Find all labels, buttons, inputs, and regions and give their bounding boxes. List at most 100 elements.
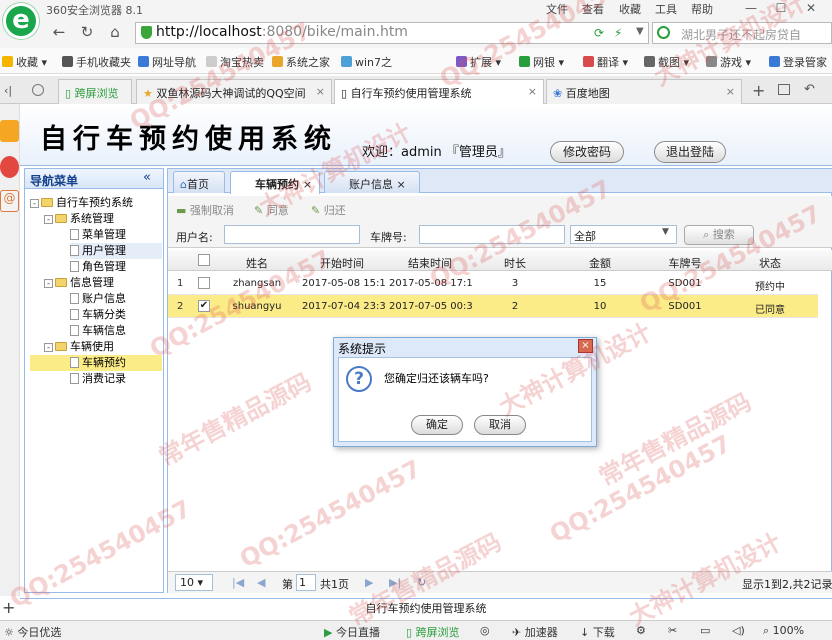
row-checkbox[interactable]: ✔	[198, 300, 210, 312]
page-number-input[interactable]: 1	[296, 574, 316, 591]
zoom-level[interactable]: ⌕ 100%	[763, 624, 804, 638]
search-button[interactable]: ⌕ 搜索	[684, 225, 754, 245]
back-icon[interactable]: ←	[50, 22, 68, 42]
browser-tab-app[interactable]: ▯ 自行车预约使用管理系统 ×	[334, 79, 544, 104]
tab-scroll-icon[interactable]: ‹|	[4, 84, 12, 97]
tree-item-reservation[interactable]: 车辆预约	[30, 355, 162, 371]
browser-tab-baidu[interactable]: ❀ 百度地图 ×	[546, 79, 742, 104]
collapse-node-icon[interactable]: -	[44, 215, 53, 224]
home-icon[interactable]: ⌂	[106, 22, 124, 42]
force-cancel-button[interactable]: ▬ 强制取消	[176, 202, 234, 218]
tree-group-system[interactable]: - 系统管理	[44, 211, 162, 227]
bookmark-nav[interactable]: 网址导航	[138, 54, 196, 70]
last-page-icon[interactable]: ▶|	[389, 576, 401, 589]
select-all-checkbox[interactable]	[198, 254, 210, 266]
tree-item-menu[interactable]: 菜单管理	[70, 227, 162, 243]
col-start[interactable]: 开始时间	[300, 255, 384, 271]
tab-accounts[interactable]: 账户信息 ×	[324, 171, 420, 193]
speed-mode-icon[interactable]: ⚡	[614, 26, 622, 40]
menu-view[interactable]: 查看	[582, 1, 604, 17]
bookmark-taobao[interactable]: 淘宝热卖	[206, 54, 264, 70]
bookmark-screenshot[interactable]: 截图 ▾	[644, 54, 689, 70]
bookmark-win7[interactable]: win7之	[341, 54, 392, 70]
undo-close-icon[interactable]: ↶	[804, 82, 815, 97]
first-page-icon[interactable]: |◀	[232, 576, 244, 589]
sidebar-app-icon[interactable]	[0, 120, 19, 142]
address-url[interactable]: http://localhost:8080/bike/main.htm	[156, 24, 408, 40]
row-checkbox[interactable]	[198, 277, 210, 289]
close-window-icon[interactable]: ✕	[800, 0, 822, 16]
tree-item-users[interactable]: 用户管理	[70, 243, 162, 259]
col-plate[interactable]: 车牌号	[650, 255, 720, 271]
confirm-button[interactable]: 确定	[411, 415, 463, 435]
today-live[interactable]: ▶ 今日直播	[324, 624, 380, 640]
tree-group-usage[interactable]: - 车辆使用	[44, 339, 162, 355]
bookmark-favorites[interactable]: 收藏 ▾	[2, 54, 47, 70]
col-end[interactable]: 结束时间	[388, 255, 472, 271]
tree-group-info[interactable]: - 信息管理	[44, 275, 162, 291]
collapse-node-icon[interactable]: -	[30, 199, 39, 208]
accelerator[interactable]: ✈ 加速器	[512, 624, 558, 640]
tree-item-accounts[interactable]: 账户信息	[70, 291, 162, 307]
close-tab-icon[interactable]: ×	[397, 178, 406, 191]
search-query[interactable]: 湖北男子还不起房贷自	[681, 26, 801, 43]
next-page-icon[interactable]: ▶	[365, 576, 373, 589]
menu-help[interactable]: 帮助	[691, 1, 713, 17]
email-icon[interactable]: @	[0, 190, 19, 212]
collapse-node-icon[interactable]: -	[44, 343, 53, 352]
close-icon[interactable]: ×	[578, 339, 593, 353]
change-password-button[interactable]: 修改密码	[550, 141, 624, 163]
bookmark-translate[interactable]: 翻译 ▾	[583, 54, 628, 70]
screenshot-icon[interactable]: ✂	[668, 624, 677, 637]
cross-screen[interactable]: ▯ 跨屏浏览	[406, 624, 460, 640]
refresh-icon[interactable]: ↻	[78, 22, 96, 42]
restore-tab-icon[interactable]	[778, 84, 790, 95]
col-amount[interactable]: 金额	[565, 255, 635, 271]
close-tab-icon[interactable]: ×	[303, 178, 312, 191]
compat-mode-icon[interactable]: ⟳	[594, 26, 604, 40]
browser-tab-crossscreen[interactable]: ▯ 跨屏浏览	[58, 79, 132, 104]
bookmark-login[interactable]: 登录管家	[769, 54, 827, 70]
chevron-down-icon[interactable]: ▼	[662, 227, 669, 237]
status-select[interactable]: 全部	[570, 225, 677, 244]
collapse-icon[interactable]: «	[143, 170, 151, 185]
today-picks[interactable]: ☼ 今日优选	[4, 624, 61, 640]
bookmark-mobile[interactable]: 手机收藏夹	[62, 54, 131, 70]
tree-item-consumption[interactable]: 消费记录	[70, 371, 162, 387]
sound-icon[interactable]: ◁)	[732, 624, 745, 637]
bookmark-extensions[interactable]: 扩展 ▾	[456, 54, 501, 70]
close-tab-icon[interactable]: ×	[528, 85, 537, 98]
menu-file[interactable]: 文件	[546, 1, 568, 17]
speed-icon[interactable]: ◎	[480, 624, 490, 637]
col-hours[interactable]: 时长	[480, 255, 550, 271]
username-input[interactable]	[224, 225, 360, 244]
browser-tab-qq[interactable]: ★ 双鱼林源码大神调试的QQ空间 ×	[136, 79, 332, 104]
weibo-icon[interactable]	[0, 156, 19, 178]
close-tab-icon[interactable]: ×	[726, 85, 735, 98]
tab-home[interactable]: ⌂首页	[173, 171, 225, 193]
tree-item-roles[interactable]: 角色管理	[70, 259, 162, 275]
tree-item-categories[interactable]: 车辆分类	[70, 307, 162, 323]
return-button[interactable]: ✎ 归还	[311, 202, 346, 218]
tools-icon[interactable]: ⚙	[636, 624, 646, 637]
tab-reservation[interactable]: 车辆预约 ×	[230, 171, 320, 194]
cancel-button[interactable]: 取消	[474, 415, 526, 435]
cloud-icon[interactable]	[32, 84, 44, 96]
refresh-page-icon[interactable]: ↻	[417, 576, 426, 589]
collapse-node-icon[interactable]: -	[44, 279, 53, 288]
bookmark-games[interactable]: 游戏 ▾	[706, 54, 751, 70]
tree-root[interactable]: - 自行车预约系统	[30, 195, 162, 211]
plate-input[interactable]	[419, 225, 565, 244]
window-icon[interactable]: ▭	[700, 624, 710, 637]
col-name[interactable]: 姓名	[226, 255, 288, 271]
agree-button[interactable]: ✎ 同意	[254, 202, 289, 218]
bookmark-xitong[interactable]: 系统之家	[272, 54, 330, 70]
tree-item-vehicles[interactable]: 车辆信息	[70, 323, 162, 339]
menu-tools[interactable]: 工具	[655, 1, 677, 17]
col-status[interactable]: 状态	[735, 255, 805, 271]
menu-favorites[interactable]: 收藏	[619, 1, 641, 17]
downloads[interactable]: ↓ 下载	[580, 624, 615, 640]
search-icon[interactable]	[657, 26, 670, 39]
close-tab-icon[interactable]: ×	[316, 85, 325, 98]
url-dropdown-icon[interactable]: ▼	[636, 26, 644, 37]
